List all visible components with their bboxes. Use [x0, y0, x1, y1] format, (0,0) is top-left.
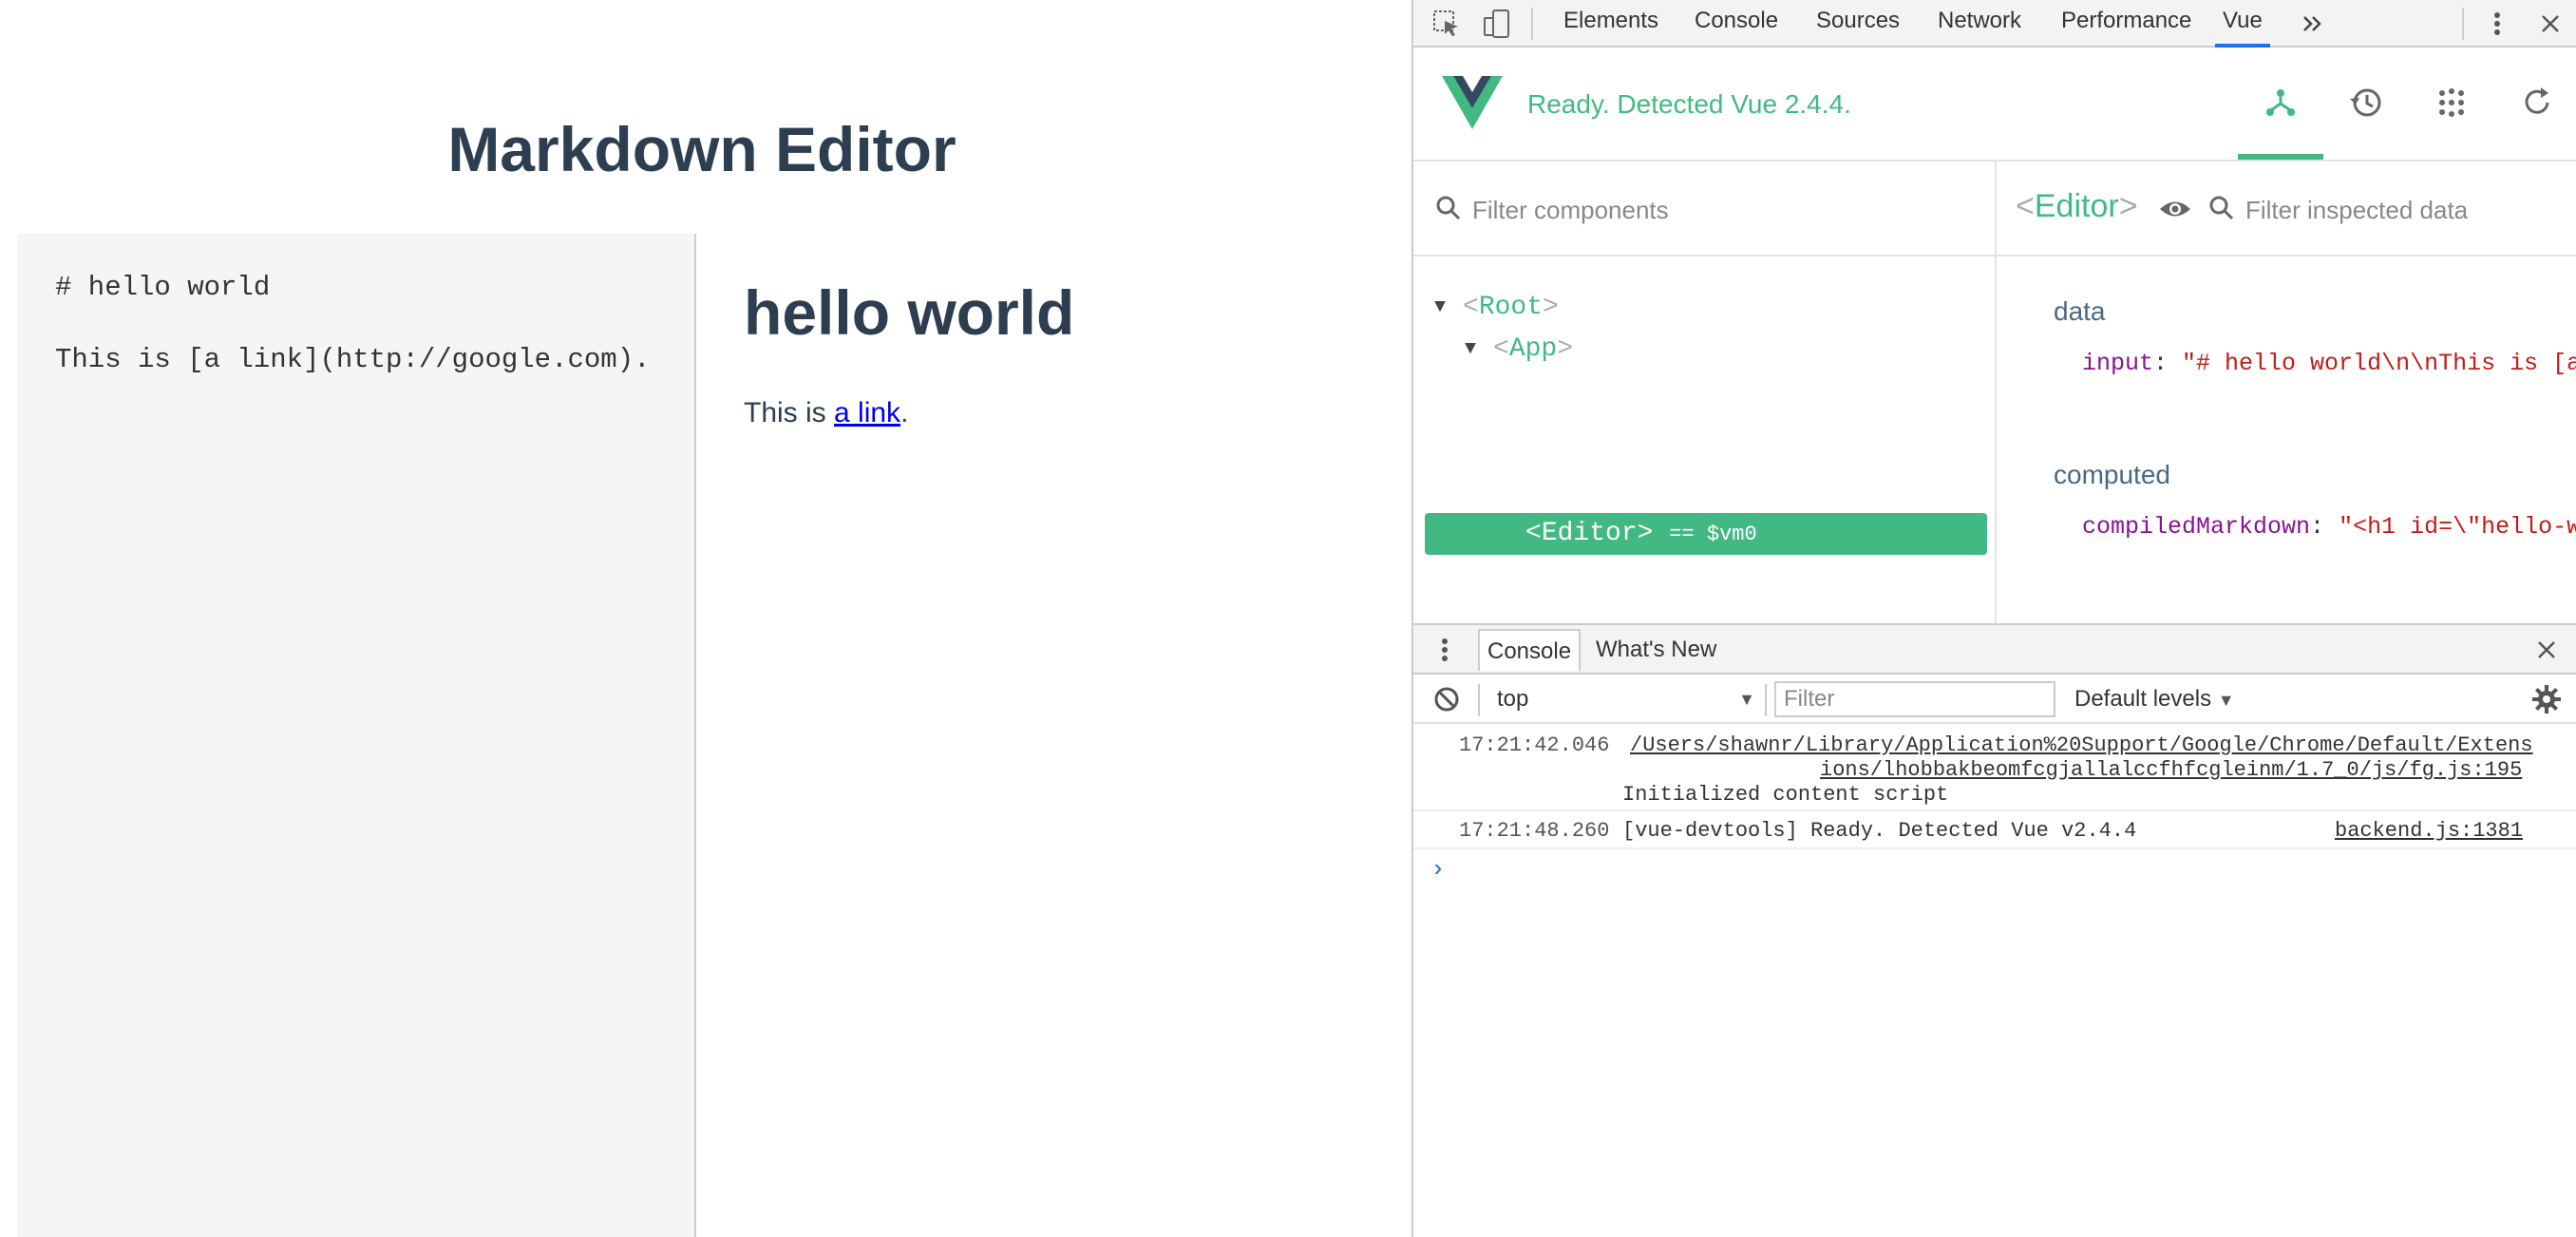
double-chevron-right-icon[interactable]: [2297, 8, 2329, 40]
data-prop-row[interactable]: input: "# hello world\n\nThis is [a l: [2082, 350, 2576, 377]
console-drawer: Console What's New top ▼ Default levels ▼…: [1413, 623, 2576, 1237]
components-tab-button[interactable]: [2238, 48, 2323, 160]
message-text: [vue-devtools] Ready. Detected Vue v2.4.…: [1622, 819, 2137, 843]
expand-triangle-icon[interactable]: ▼: [1465, 329, 1476, 371]
tab-sources[interactable]: Sources: [1816, 0, 1900, 46]
prop-value: "<h1 id=\"hello-wor: [2339, 513, 2576, 541]
tree-node-root-label: Root: [1478, 293, 1544, 322]
preview-link[interactable]: a link: [834, 397, 900, 428]
tab-elements[interactable]: Elements: [1563, 0, 1658, 46]
console-message: 17:21:42.046 /Users/shawnr/Library/Appli…: [1413, 724, 2576, 811]
tab-vue[interactable]: Vue: [2215, 0, 2270, 48]
editor-line-2: This is [a link](http://google.com).: [55, 344, 651, 375]
message-source-link[interactable]: backend.js:1381: [2335, 819, 2523, 843]
markdown-preview: hello world This is a link.: [696, 234, 1411, 1237]
prop-key: compiledMarkdown: [2082, 513, 2311, 541]
toolbar-separator: [1478, 684, 1480, 716]
clear-console-icon[interactable]: [1430, 683, 1463, 715]
devtools-panel: Elements Console Sources Network Perform…: [1411, 0, 2576, 1237]
editor-line-1: # hello world: [55, 272, 271, 303]
computed-section-title: computed: [2054, 460, 2170, 489]
drawer-menu-icon[interactable]: [1430, 634, 1463, 666]
markdown-input-textarea[interactable]: # hello world This is [a link](http://go…: [17, 234, 696, 1237]
prop-value: "# hello world\n\nThis is [a l: [2182, 350, 2576, 377]
tree-node-root[interactable]: ▼ <Root>: [1413, 287, 1995, 329]
search-icon: [2207, 194, 2236, 222]
context-selector[interactable]: top ▼: [1497, 682, 1763, 716]
message-source-link-continued[interactable]: ions/lhobbakbeomfcgjallalccfhfcgleinm/1.…: [1820, 758, 2522, 782]
inspector-pane: <Editor> data input: "# hello world\n\nT…: [1997, 162, 2576, 623]
message-text: Initialized content script: [1622, 783, 1949, 807]
dropdown-triangle-icon: ▼: [1738, 690, 1755, 709]
events-tab-button[interactable]: [2409, 48, 2494, 160]
vue-detected-status: Ready. Detected Vue 2.4.4.: [1527, 89, 1851, 119]
vm-reference: == $vm0: [1669, 523, 1757, 546]
console-message: 17:21:48.260 [vue-devtools] Ready. Detec…: [1413, 811, 2576, 849]
message-source-link[interactable]: /Users/shawnr/Library/Application%20Supp…: [1630, 733, 2533, 757]
kebab-menu-icon[interactable]: [2481, 8, 2513, 40]
tree-node-editor-label: Editor: [1541, 519, 1638, 548]
message-timestamp: 17:21:42.046: [1459, 733, 1610, 757]
inspector-header: <Editor>: [1997, 162, 2576, 257]
toolbar-separator-right: [2462, 8, 2464, 40]
preview-text-after: .: [900, 397, 909, 428]
preview-heading: hello world: [744, 277, 1075, 348]
computed-prop-row[interactable]: compiledMarkdown: "<h1 id=\"hello-wor: [2082, 513, 2576, 541]
filter-inspected-data-input[interactable]: [2244, 190, 2561, 230]
vuex-tab-button[interactable]: [2323, 48, 2409, 160]
console-toolbar: top ▼ Default levels ▼: [1413, 675, 2576, 724]
devtools-tab-bar: Elements Console Sources Network Perform…: [1413, 0, 2576, 48]
tab-console[interactable]: Console: [1695, 0, 1778, 46]
events-dots-icon: [2439, 88, 2464, 117]
inspected-component-name: <Editor>: [2016, 188, 2138, 224]
tree-node-app[interactable]: ▼ <App>: [1413, 329, 1995, 371]
log-levels-value: Default levels: [2074, 686, 2212, 712]
markdown-input-text: # hello world This is [a link](http://go…: [55, 270, 651, 378]
log-levels-selector[interactable]: Default levels ▼: [2074, 682, 2235, 716]
refresh-icon: [2525, 87, 2549, 114]
components-pane: ▼ <Root> ▼ <App> <Editor> == $vm0: [1413, 162, 1997, 623]
drawer-tab-whats-new[interactable]: What's New: [1588, 629, 1724, 671]
message-timestamp: 17:21:48.260: [1459, 819, 1610, 843]
toolbar-separator: [1531, 8, 1533, 40]
drawer-tab-bar: Console What's New: [1413, 625, 2576, 675]
vue-logo-icon: [1442, 76, 1503, 129]
console-prompt-icon[interactable]: ›: [1430, 855, 1446, 884]
preview-text-before: This is: [744, 397, 835, 428]
drawer-tab-console[interactable]: Console: [1478, 629, 1582, 671]
filter-components-input[interactable]: [1470, 190, 1968, 230]
close-drawer-icon[interactable]: [2530, 634, 2563, 666]
tab-network[interactable]: Network: [1938, 0, 2021, 46]
components-tree-icon: [2266, 89, 2295, 116]
eye-icon[interactable]: [2158, 195, 2190, 223]
console-filter-input[interactable]: [1774, 681, 2055, 717]
data-section-title: data: [2054, 296, 2106, 326]
preview-paragraph: This is a link.: [744, 397, 908, 429]
inspect-element-icon[interactable]: [1430, 8, 1463, 40]
dropdown-triangle-icon: ▼: [2217, 691, 2235, 710]
tree-node-editor-selected[interactable]: <Editor> == $vm0: [1425, 513, 1987, 555]
toolbar-separator: [1765, 684, 1767, 716]
components-filter-bar: [1413, 162, 1995, 257]
refresh-button[interactable]: [2494, 48, 2576, 160]
markdown-editor-app: Markdown Editor # hello world This is [a…: [0, 0, 1411, 1237]
context-value: top: [1497, 686, 1529, 712]
search-icon: [1434, 194, 1463, 222]
history-icon: [2350, 88, 2381, 117]
page-title: Markdown Editor: [447, 114, 957, 184]
vue-devtools-header: Ready. Detected Vue 2.4.4.: [1413, 48, 2576, 162]
prop-key: input: [2082, 350, 2154, 377]
close-devtools-icon[interactable]: [2534, 8, 2567, 40]
expand-triangle-icon[interactable]: ▼: [1434, 287, 1446, 329]
gear-icon[interactable]: [2530, 683, 2563, 715]
device-toolbar-icon[interactable]: [1482, 8, 1514, 40]
tab-performance[interactable]: Performance: [2061, 0, 2191, 46]
tree-node-app-label: App: [1508, 334, 1558, 364]
